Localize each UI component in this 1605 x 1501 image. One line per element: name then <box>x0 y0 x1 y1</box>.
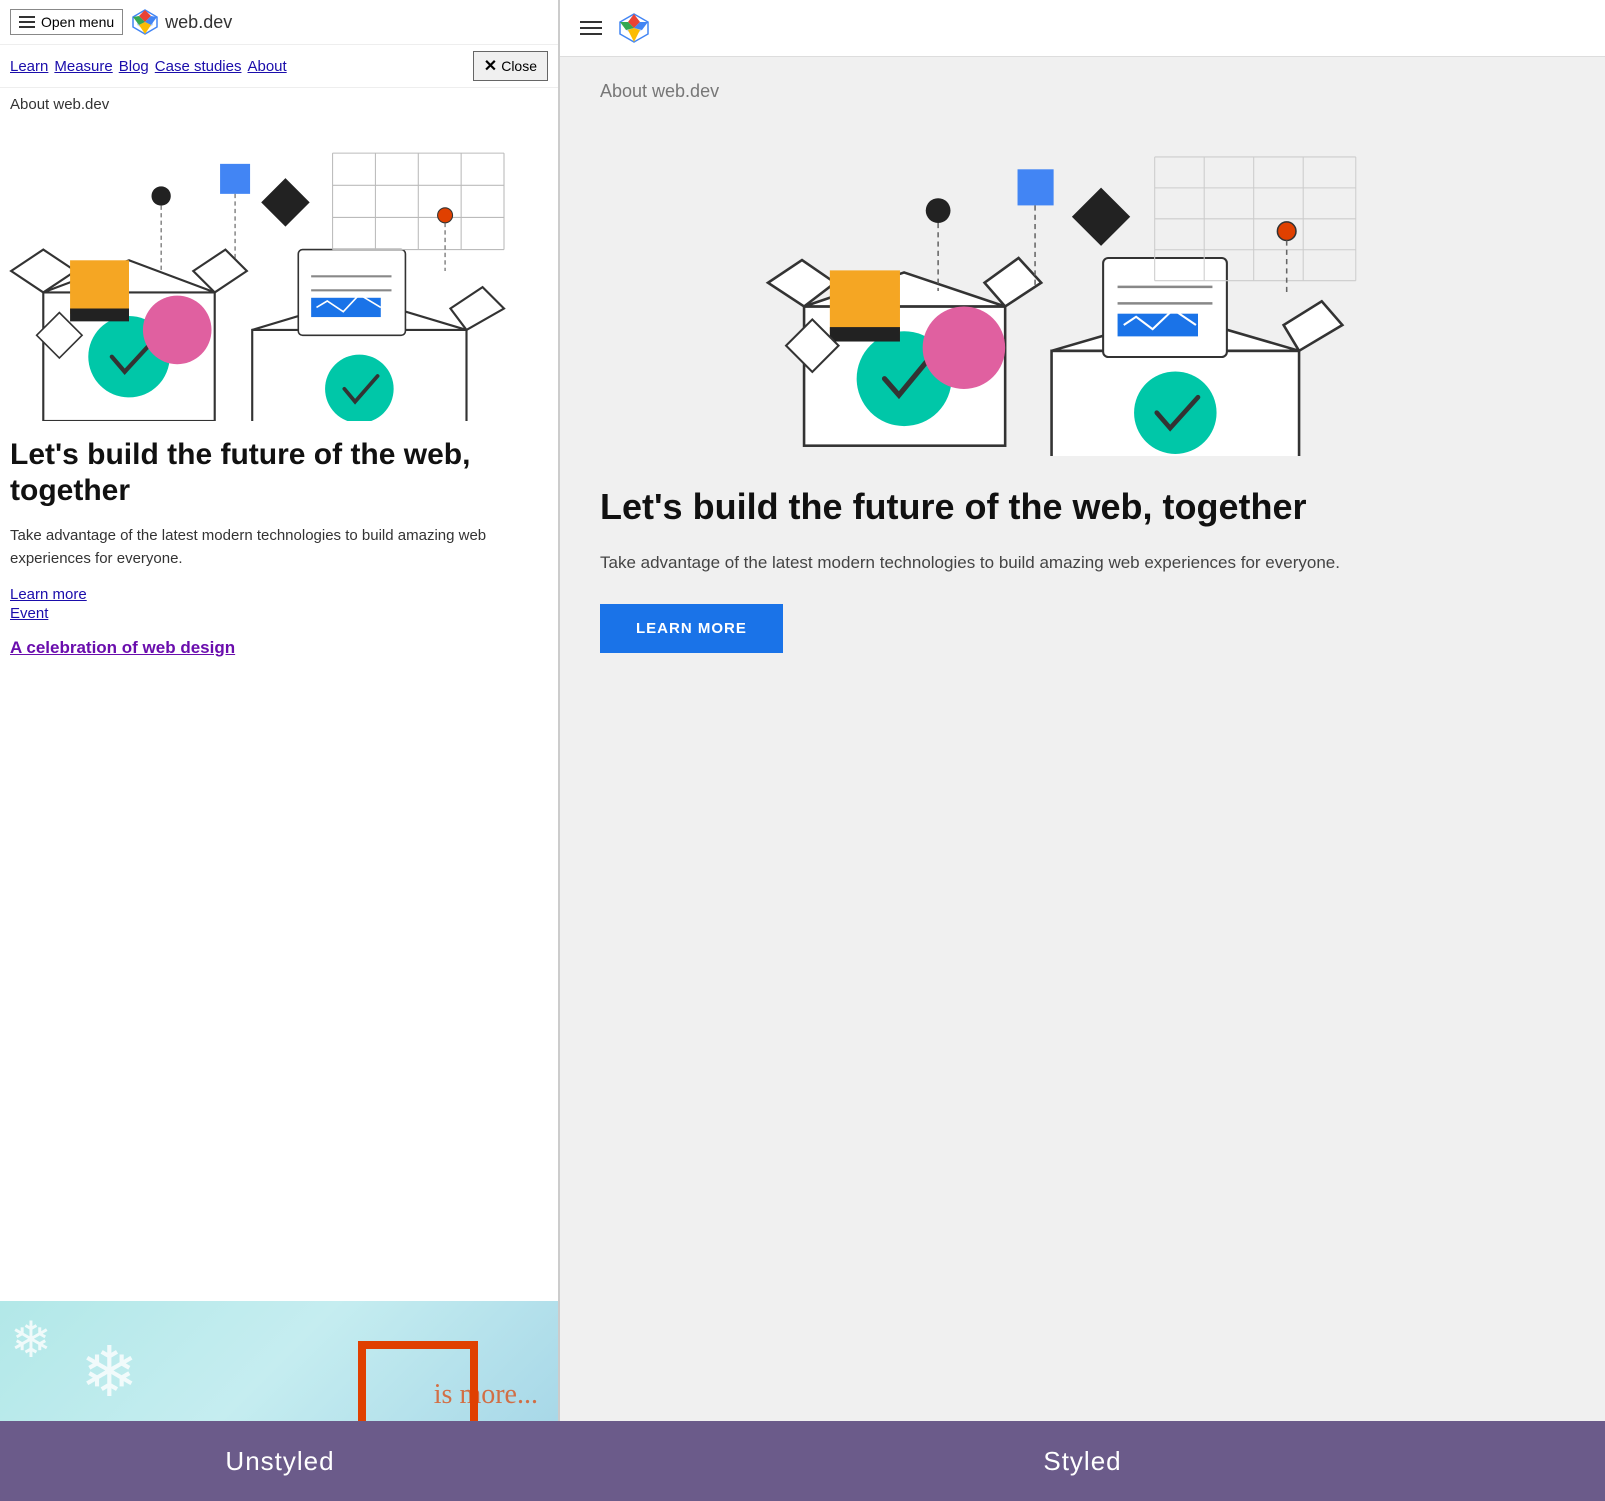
learn-more-link[interactable]: Learn more <box>10 586 548 603</box>
snowflake-icon: ❄ <box>10 1311 52 1369</box>
bottom-preview-left: ❄ ❄ is more... <box>0 1301 558 1421</box>
logo-icon <box>131 8 159 36</box>
right-content: About web.dev <box>560 57 1605 1421</box>
nav-link-measure[interactable]: Measure <box>54 58 112 75</box>
illustration-left <box>0 121 558 421</box>
close-button[interactable]: ✕ Close <box>473 51 548 81</box>
about-label-right: About web.dev <box>600 81 1565 102</box>
open-menu-label: Open menu <box>41 14 114 30</box>
bottom-labels: Unstyled Styled <box>0 1421 1605 1501</box>
hamburger-right-icon[interactable] <box>580 21 602 35</box>
description-left: Take advantage of the latest modern tech… <box>10 525 548 570</box>
styled-label-container: Styled <box>560 1421 1605 1501</box>
main-heading-left: Let's build the future of the web, toget… <box>10 437 548 509</box>
links-area: Learn more Event <box>10 586 548 622</box>
right-header <box>560 0 1605 57</box>
nav-bar: Learn Measure Blog Case studies About ✕ … <box>0 45 558 88</box>
nav-link-learn[interactable]: Learn <box>10 58 48 75</box>
event-link[interactable]: Event <box>10 605 548 622</box>
wavy-text: is more... <box>434 1379 538 1411</box>
main-heading-right: Let's build the future of the web, toget… <box>600 484 1565 529</box>
celebration-link[interactable]: A celebration of web design <box>10 638 235 657</box>
illustration-right <box>600 126 1565 456</box>
nav-link-blog[interactable]: Blog <box>119 58 149 75</box>
description-right: Take advantage of the latest modern tech… <box>600 549 1565 576</box>
left-header: Open menu web.dev <box>0 0 558 45</box>
about-label-left: About web.dev <box>0 88 558 121</box>
logo-area: web.dev <box>131 8 232 36</box>
logo-text: web.dev <box>165 12 232 33</box>
close-icon: ✕ <box>484 56 497 76</box>
right-panel: About web.dev <box>560 0 1605 1421</box>
left-panel: Open menu web.dev Learn Measure Blog Cas… <box>0 0 560 1421</box>
open-menu-button[interactable]: Open menu <box>10 9 123 35</box>
nav-link-about[interactable]: About <box>247 58 286 75</box>
nav-link-case-studies[interactable]: Case studies <box>155 58 242 75</box>
close-label: Close <box>501 58 537 74</box>
content-left: Let's build the future of the web, toget… <box>0 421 558 1301</box>
hamburger-icon <box>19 16 35 28</box>
logo-icon-right <box>618 12 650 44</box>
unstyled-label-container: Unstyled <box>0 1421 560 1501</box>
styled-label: Styled <box>1043 1446 1121 1477</box>
unstyled-label: Unstyled <box>225 1446 334 1477</box>
snowflake-icon-2: ❄ <box>80 1331 139 1413</box>
learn-more-button[interactable]: LEARN MORE <box>600 604 783 653</box>
